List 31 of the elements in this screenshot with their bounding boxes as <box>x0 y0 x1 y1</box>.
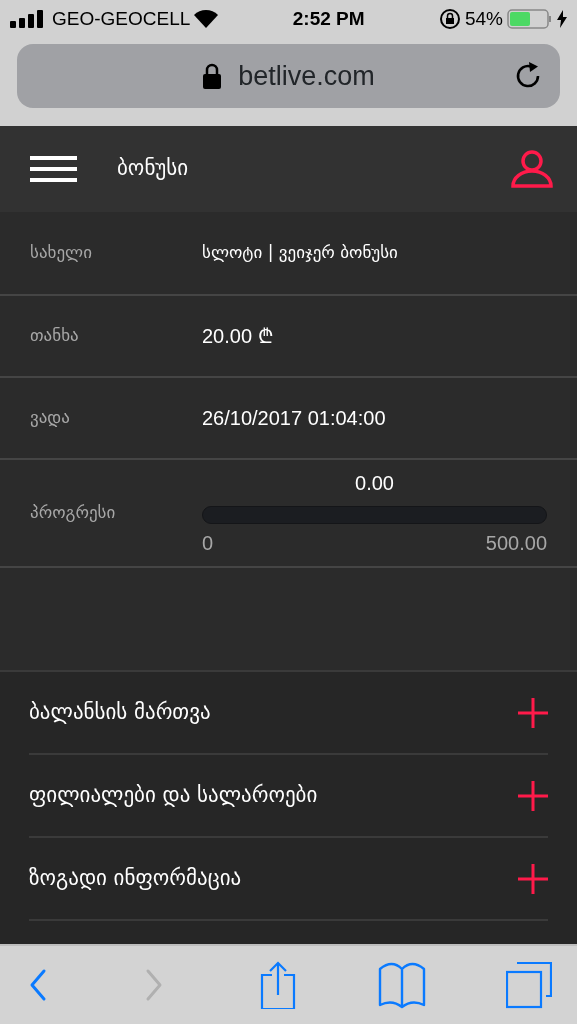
wifi-icon <box>194 10 219 28</box>
scale-max: 500.00 <box>485 531 547 556</box>
scale-min: 0 <box>202 531 214 556</box>
menu-item[interactable]: ფილიალები და სალაროები <box>29 779 318 812</box>
carrier-name: GEO-GEOCELL <box>52 6 191 31</box>
menu-item[interactable]: ბალანსის მართვა <box>29 696 211 729</box>
charging-icon <box>557 10 567 28</box>
url-text[interactable]: betlive.com <box>238 55 375 97</box>
page-title: ბონუსი <box>117 155 189 183</box>
field-value: სლოტი | ვეიჯერ ბონუსი <box>202 241 398 265</box>
rotation-lock-icon <box>438 8 461 30</box>
menu-item[interactable]: ზოგადი ინფორმაცია <box>29 862 242 895</box>
field-label: ვადა <box>30 406 71 430</box>
tabs-button[interactable] <box>506 961 552 1009</box>
user-icon[interactable] <box>511 150 553 188</box>
menu-icon[interactable] <box>30 156 77 182</box>
field-value: 26/10/2017 01:04:00 <box>202 406 386 431</box>
lock-icon <box>202 63 223 89</box>
progress-value: 0.00 <box>355 471 394 496</box>
plus-icon[interactable] <box>518 780 548 811</box>
field-value: 20.00 ₾ <box>202 324 273 349</box>
battery-icon <box>507 8 553 30</box>
book-button[interactable] <box>378 961 426 1009</box>
field-label: სახელი <box>30 241 93 265</box>
plus-icon[interactable] <box>518 863 548 894</box>
clock: 2:52 PM <box>292 6 365 31</box>
field-label: თანხა <box>30 324 80 348</box>
field-label: პროგრესი <box>30 501 117 525</box>
share-button[interactable] <box>260 961 298 1009</box>
plus-icon[interactable] <box>518 697 548 728</box>
battery-percentage: 54% <box>464 6 503 31</box>
